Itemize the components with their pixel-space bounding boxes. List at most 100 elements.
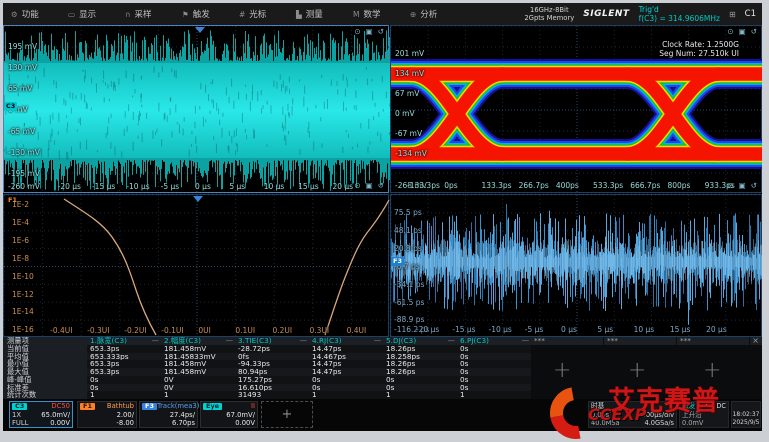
panel-controls: ⊙ ▣ ↺ [354,182,384,190]
trigger-title: 触发 [682,402,695,411]
time-label: 18:02:37 [733,411,760,420]
remove-measurement-button[interactable]: — [152,337,159,345]
channel-box-row: Eye II [203,402,255,411]
measurement-value: 0s [457,384,531,392]
tie-track-panel-f3[interactable]: 75.5 ps48.1 ps20.8 ps-6.7 ps-34.1 ps-61.… [390,194,762,337]
timebase-title: 时基 [591,402,604,411]
channel-box-f1[interactable]: F1 Bathtub 2.00/ -8.00 [77,401,137,428]
measurement-value: 0s [383,376,457,384]
camera-icon[interactable]: ⊙ [354,182,360,190]
add-measurement-slot[interactable]: + [553,361,571,381]
scale-label: 67.0mV/ [226,411,255,420]
restore-icon[interactable]: ↺ [751,28,757,36]
channel-selector-c1[interactable]: C1 [745,9,756,19]
menu-item-label: 数学 [363,8,380,20]
measurement-value: 0s [457,368,531,376]
atten-label: 1X [12,411,21,420]
channel-badge-f3: F3 [142,403,157,411]
offset-label: 6.70ps [172,419,195,428]
measurement-value: 0s [87,376,161,384]
channel-box-eye[interactable]: Eye II 67.0mV/ 0.00V [200,401,258,428]
frequency-counter: f(C3) = 314.9606MHz [639,14,720,23]
cursor-position-marker[interactable] [193,196,203,202]
menu-item-label: 光标 [249,8,266,20]
bandwidth-info: 16GHz-8Bit 2Gpts Memory [524,6,574,22]
camera-icon[interactable]: ⊙ [354,28,360,36]
channel-box-row: 0.00V [203,419,255,428]
camera-icon[interactable]: ⊙ [727,182,733,190]
menu-item-1[interactable]: ⚙功能 [11,8,68,20]
waveform-panel-c3[interactable]: 195 mV130 mV65 mV0 mV-65 mV-130 mV-195 m… [3,25,389,193]
fullscreen-icon[interactable]: ▣ [366,28,373,36]
add-channel-button[interactable]: + [261,401,313,428]
menu-item-6[interactable]: ▙测量 [296,8,353,20]
measurement-value: 0s [309,384,383,392]
add-measurement-slot[interactable]: + [703,361,721,381]
menu-item-7[interactable]: M数学 [353,8,410,20]
trigger-level: 0.0mV [682,419,703,428]
close-table-button[interactable]: × [752,337,759,345]
display-icon: ▭ [68,10,75,19]
remove-measurement-button[interactable]: — [300,337,307,345]
bathtub-panel-f1[interactable]: 1E-21E-41E-61E-81E-101E-121E-141E-16-0.4… [3,194,389,337]
remove-measurement-button[interactable]: — [226,337,233,345]
channel-box-c3[interactable]: C3 DC50 1X 65.0mV/ FULL 0.00V [9,401,73,428]
menu-item-label: 显示 [79,8,96,20]
measurement-header[interactable]: 6.PJ(C3)— [457,337,531,345]
measurement-value: 0s [383,384,457,392]
measurement-value: 0s [457,360,531,368]
restore-icon[interactable]: ↺ [751,182,757,190]
seg-num-label: Seg Num: 27.510k UI [659,49,739,58]
trigger-box[interactable]: 触发 C3 DC 上升沿 0.0mV [679,401,729,428]
panel-grid: 195 mV130 mV65 mV0 mV-65 mV-130 mV-195 m… [3,25,762,337]
empty-measurement-slot-header: *** [531,337,603,345]
remove-measurement-button[interactable]: — [374,337,381,345]
table-row: 标准差0s0V16.610ps0s0s0s [3,384,531,392]
remove-measurement-button[interactable]: — [448,337,455,345]
restore-icon[interactable]: ↺ [378,182,384,190]
measurement-value: 653.3ps [87,368,161,376]
timebase-row: 时基 [591,402,674,411]
measurement-value: 1 [309,391,383,399]
remove-measurement-button[interactable]: — [522,337,529,345]
fullscreen-icon[interactable]: ▣ [366,182,373,190]
eye-info-readout: Clock Rate: 1.2500GSeg Num: 27.510k UI [659,40,739,58]
restore-icon[interactable]: ↺ [378,28,384,36]
gear-icon: ⚙ [11,10,18,19]
trigger-slope: 上升沿 [682,411,702,420]
menu-item-2[interactable]: ▭ 显示 [68,8,125,20]
measurement-value: 1 [87,391,161,399]
scale-label: 27.4ps/ [170,411,195,420]
menu-item-5[interactable]: # 光标 [239,8,296,20]
channel-box-f3[interactable]: F3 Track(mea3) 27.4ps/ 6.70ps [139,401,198,428]
timebase-box[interactable]: 时基 0.00s 5.00μs/div 40.0MSa 4.0GSa/s [588,401,677,428]
sample-rate: 4.0GSa/s [645,419,674,428]
row-label: 统计次数 [3,391,87,399]
trigger-status-block: Trig'd f(C3) = 314.9606MHz [639,5,720,23]
function-badge-f3[interactable]: F3 [391,257,404,266]
menu-item-8[interactable]: ⊕分析 [410,8,467,20]
eye-diagram-panel[interactable]: 201 mV134 mV67 mV0 mV-67 mV-134 mV-268 m… [390,25,762,193]
utility-icon[interactable]: ⊞ [729,10,736,19]
channel-badge-eye: Eye [203,403,222,411]
empty-measurement-slot-header: *** [604,337,676,345]
trigger-row: 触发 C3 DC [682,402,726,411]
timebase-row: 0.00s 5.00μs/div [591,411,674,420]
channel-box-row: 1X 65.0mV/ [12,411,70,420]
memory-label: 2Gpts Memory [524,14,574,22]
cursor-icon: # [239,10,245,19]
fullscreen-icon[interactable]: ▣ [739,28,746,36]
measurement-value: 14.47ps [309,368,383,376]
channel-level-badge-c3[interactable]: C3 [4,102,17,111]
channel-box-row: F3 Track(mea3) [142,402,195,411]
menu-item-label: 触发 [193,8,210,20]
channel-box-row: FULL 0.00V [12,419,70,428]
add-measurement-slot[interactable]: + [628,361,646,381]
offset-label: -8.00 [116,419,134,428]
trigger-position-marker[interactable] [195,27,205,33]
camera-icon[interactable]: ⊙ [727,28,733,36]
trigger-flag-icon: ⚑ [182,10,189,19]
fullscreen-icon[interactable]: ▣ [739,182,746,190]
menu-item-4[interactable]: ⚑ 触发 [182,8,239,20]
menu-item-3[interactable]: ∩采样 [125,8,182,20]
